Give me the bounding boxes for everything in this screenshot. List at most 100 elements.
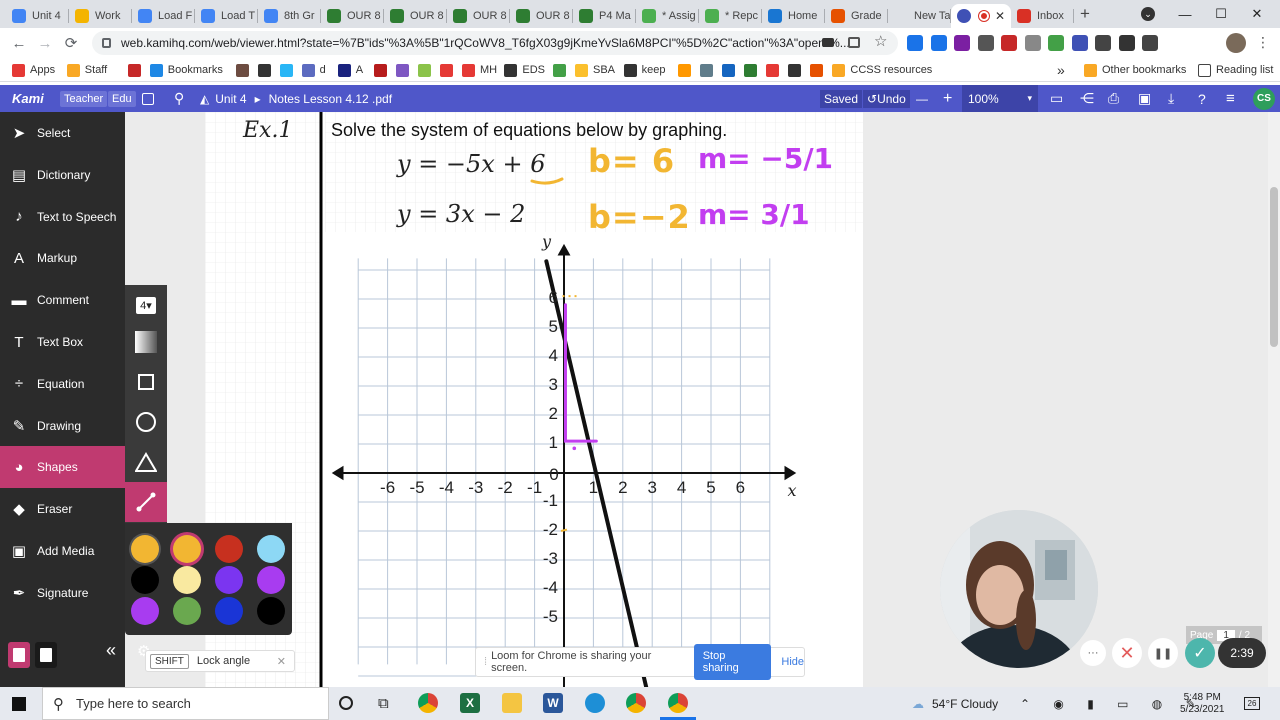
browser-tab[interactable]: OUR 8	[384, 4, 447, 28]
zoom-select[interactable]: 100% ▾	[962, 85, 1038, 112]
color-swatch[interactable]	[257, 566, 285, 594]
hide-button[interactable]: Hide	[781, 656, 804, 668]
new-tab-button[interactable]: +	[1075, 4, 1095, 24]
browser-tab[interactable]: Work	[69, 4, 132, 28]
browser-tab[interactable]: OUR 8	[321, 4, 384, 28]
forward-button[interactable]: →	[34, 33, 56, 53]
file-name[interactable]: Notes Lesson 4.12 .pdf	[269, 92, 392, 106]
color-swatch[interactable]	[257, 535, 285, 563]
back-button[interactable]: ←	[8, 33, 30, 53]
sidebar-item-signature[interactable]: ✒ Signature	[0, 572, 125, 614]
extension-icon[interactable]	[1226, 33, 1246, 53]
chrome-taskbar-icon-2[interactable]	[626, 693, 646, 713]
vertical-scrollbar[interactable]	[1268, 112, 1280, 687]
extension-icon[interactable]	[1024, 35, 1041, 51]
bookmark-item[interactable]	[553, 62, 571, 78]
extension-icon[interactable]	[954, 35, 970, 51]
browser-tab[interactable]: Grade	[825, 4, 888, 28]
bookmark-item[interactable]	[678, 62, 696, 78]
kami-logo[interactable]: Kami	[12, 85, 44, 112]
open-folder-icon[interactable]: ▭	[1050, 85, 1063, 112]
other-bookmarks[interactable]: Other bookmarks	[1084, 62, 1186, 78]
cancel-recording-button[interactable]: ✕	[1112, 638, 1142, 668]
pause-recording-button[interactable]: ❚❚	[1148, 638, 1178, 668]
search-icon[interactable]: ⚲	[174, 85, 184, 112]
chrome-menu-icon[interactable]: ⋮	[1256, 34, 1270, 51]
task-view-icon[interactable]: ⧉	[378, 695, 389, 712]
extension-icon[interactable]	[907, 35, 923, 51]
edge-taskbar-icon[interactable]	[585, 693, 605, 713]
extension-icon[interactable]	[1001, 35, 1017, 51]
color-swatch[interactable]	[173, 597, 201, 625]
save-icon[interactable]: ▣	[1138, 85, 1151, 112]
sidebar-item-markup[interactable]: A Markup	[0, 237, 125, 279]
bookmark-item[interactable]: Bookmarks	[149, 62, 223, 78]
bookmark-item[interactable]: keep	[623, 62, 665, 78]
share-icon[interactable]: ⋲	[1080, 85, 1094, 112]
close-icon[interactable]: ✕	[277, 655, 286, 668]
close-window-button[interactable]: ✕	[1234, 0, 1280, 28]
browser-tab[interactable]: Load T	[195, 4, 258, 28]
bookmark-item[interactable]	[418, 62, 436, 78]
browser-tab[interactable]: Inbox	[1011, 4, 1074, 28]
color-swatch[interactable]	[215, 535, 243, 563]
browser-tab[interactable]: OUR 8	[510, 4, 573, 28]
loom-webcam-bubble[interactable]	[940, 510, 1098, 668]
triangle-tool-icon[interactable]	[125, 442, 167, 482]
browser-tab[interactable]: * Repc	[699, 4, 762, 28]
taskbar-search[interactable]: ⚲ Type here to search	[42, 687, 329, 720]
bookmark-item[interactable]	[700, 62, 718, 78]
extension-icon[interactable]	[1118, 35, 1135, 51]
bookmark-item[interactable]	[374, 62, 392, 78]
circle-tool-icon[interactable]	[125, 402, 167, 442]
bookmark-item[interactable]: d	[301, 62, 326, 78]
extension-icon[interactable]	[1142, 35, 1158, 51]
bookmark-item[interactable]: CCSS resources	[832, 62, 932, 78]
cortana-icon[interactable]	[339, 696, 353, 710]
pdf-page[interactable]: Ex.1 Solve the system of equations below…	[205, 112, 863, 687]
bookmark-item[interactable]: A	[337, 62, 363, 78]
chrome-taskbar-icon[interactable]	[418, 693, 438, 713]
bookmark-item[interactable]: Apps	[12, 62, 55, 78]
sidebar-item-add-media[interactable]: ▣ Add Media	[0, 530, 125, 572]
chrome-taskbar-icon-3[interactable]	[668, 693, 688, 713]
sidebar-toggle-icon[interactable]	[142, 85, 154, 112]
breadcrumb[interactable]: ◭ Unit 4 ▸ Notes Lesson 4.12 .pdf	[200, 85, 392, 112]
bookmark-item[interactable]: SBA	[575, 62, 615, 78]
color-swatch[interactable]	[131, 566, 159, 594]
reading-list[interactable]: Reading list	[1198, 62, 1273, 78]
sidebar-item-comment[interactable]: ▬ Comment	[0, 279, 125, 321]
bookmark-star-icon[interactable]: ☆	[874, 32, 887, 50]
color-swatch[interactable]	[215, 597, 243, 625]
color-swatch[interactable]	[131, 597, 159, 625]
sidebar-item-text-box[interactable]: T Text Box	[0, 321, 125, 363]
color-swatch[interactable]	[173, 566, 201, 594]
download-icon[interactable]: ⤓	[1168, 85, 1174, 112]
color-swatch[interactable]	[131, 535, 159, 563]
bookmarks-overflow[interactable]: »	[1057, 62, 1065, 78]
browser-tab[interactable]: New Tab	[888, 4, 951, 28]
weather-widget[interactable]: ☁ 54°F Cloudy	[912, 687, 998, 720]
print-icon[interactable]: ⎙	[1108, 85, 1119, 112]
avatar[interactable]: CS	[1253, 87, 1275, 110]
zoom-in-button[interactable]: +	[943, 85, 952, 112]
sidebar-item-shapes[interactable]: ◕ Shapes	[0, 446, 125, 489]
extension-icon[interactable]	[1095, 35, 1111, 51]
bookmark-item[interactable]	[810, 62, 828, 78]
bookmark-item[interactable]	[440, 62, 458, 78]
bookmark-item[interactable]	[127, 62, 146, 78]
browser-tab[interactable]: Home	[762, 4, 825, 28]
stroke-size-select[interactable]: 4▾	[125, 285, 167, 325]
bookmark-item[interactable]	[279, 62, 298, 78]
zoom-out-button[interactable]: —	[916, 85, 928, 112]
view-toggle-left[interactable]	[8, 642, 30, 668]
opacity-icon[interactable]	[125, 322, 167, 362]
bookmark-item[interactable]	[257, 62, 276, 78]
close-tab-icon[interactable]: ✕	[995, 9, 1005, 23]
address-bar[interactable]: web.kamihq.com/web/viewer.html?state=%7B…	[92, 31, 898, 55]
extension-icon[interactable]	[1071, 35, 1088, 51]
file-explorer-taskbar-icon[interactable]	[502, 693, 522, 713]
extension-icon[interactable]	[1048, 35, 1064, 51]
bookmark-item[interactable]	[396, 62, 414, 78]
windows-start-icon[interactable]	[12, 697, 26, 711]
